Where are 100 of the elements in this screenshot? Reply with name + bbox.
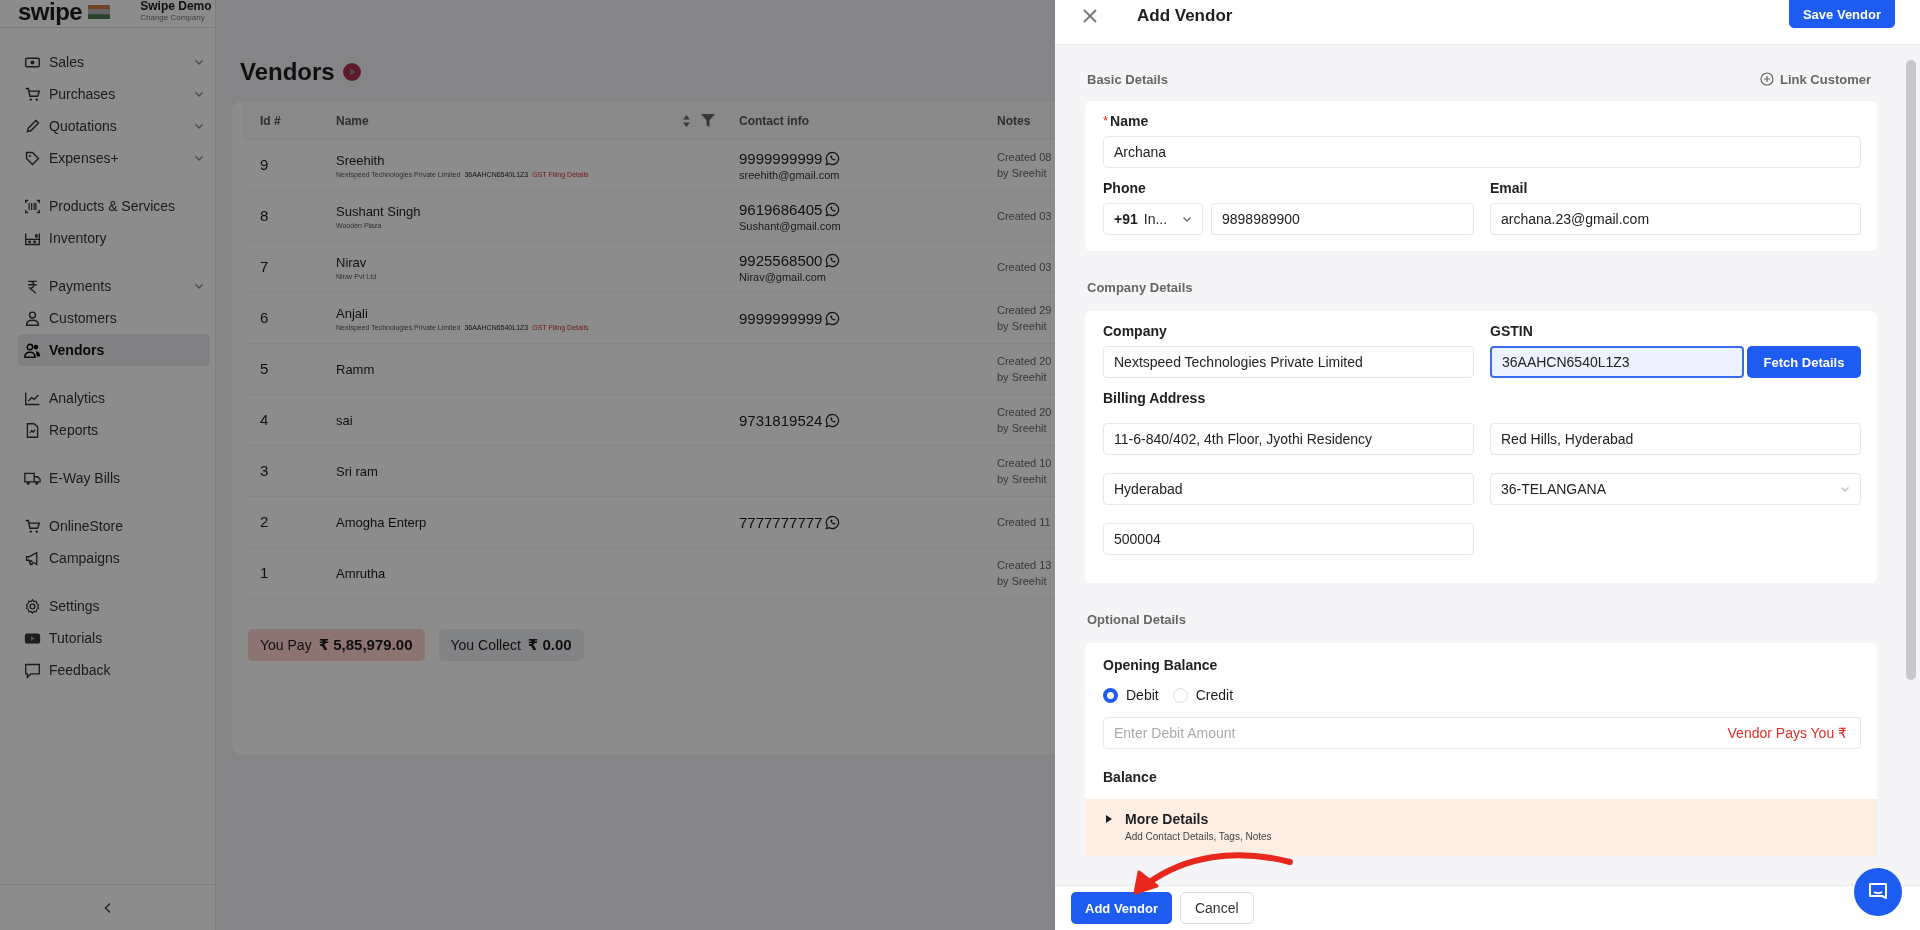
phone-field[interactable]: 9898989900 — [1211, 203, 1474, 235]
address-field[interactable]: Red Hills, Hyderabad — [1490, 423, 1861, 455]
filter-icon[interactable] — [701, 114, 715, 127]
section-heading: Company Details — [1087, 279, 1193, 295]
add-vendor-button[interactable]: Add Vendor — [1071, 892, 1172, 924]
sidebar-item[interactable]: Analytics — [18, 382, 210, 414]
chevron-down-icon — [194, 57, 204, 67]
change-company-link[interactable]: Change Company — [140, 12, 212, 23]
note-text: Created 11 — [997, 515, 1051, 530]
sidebar-item[interactable]: Tutorials — [18, 622, 210, 654]
sidebar-item[interactable]: Inventory — [18, 222, 210, 254]
name-field[interactable]: Archana — [1103, 136, 1861, 168]
settings-icon — [24, 597, 41, 615]
vendor-name: Anjali — [336, 305, 368, 321]
column-header: Name — [336, 113, 369, 128]
sidebar-item[interactable]: Campaigns — [18, 542, 210, 574]
save-vendor-button[interactable]: Save Vendor — [1788, 0, 1895, 28]
sort-icon[interactable] — [682, 113, 691, 128]
caret-right-icon — [1105, 815, 1113, 823]
column-header: Contact info — [739, 113, 809, 128]
video-play-icon[interactable] — [342, 63, 361, 81]
table-cell: 6 — [260, 309, 269, 326]
person-icon — [24, 309, 41, 327]
vendor-pays-hint: Vendor Pays You ₹ — [1727, 725, 1847, 741]
required-mark: * — [1103, 113, 1109, 129]
gstin-field[interactable]: 36AAHCN6540L1Z3 — [1490, 346, 1744, 378]
chevron-down-icon — [194, 121, 204, 131]
column-header: Id # — [260, 113, 281, 128]
email-field[interactable]: archana.23@gmail.com — [1490, 203, 1861, 235]
table-cell: 5 — [260, 360, 269, 377]
address-field[interactable]: Hyderabad — [1103, 473, 1474, 505]
cart-icon — [24, 85, 41, 103]
address-field[interactable]: 500004 — [1103, 523, 1474, 555]
sidebar-item[interactable]: Reports — [18, 414, 210, 446]
sidebar-item[interactable]: Sales — [18, 46, 210, 78]
chevron-down-icon — [194, 281, 204, 291]
sidebar-item[interactable]: Settings — [18, 590, 210, 622]
field-label: Name — [1110, 113, 1149, 129]
close-icon[interactable] — [1083, 9, 1097, 23]
pencil-icon — [24, 117, 41, 135]
sidebar-item[interactable]: Vendors — [18, 334, 210, 366]
scrollbar-thumb[interactable] — [1906, 60, 1916, 680]
chat-launcher-button[interactable] — [1854, 868, 1902, 916]
summary-amount: ₹ 5,85,979.00 — [318, 636, 413, 654]
radio-label[interactable]: Debit — [1126, 687, 1159, 703]
vendor-name: Sreehith — [336, 152, 385, 168]
section-heading: Basic Details — [1087, 71, 1168, 87]
note-text: Created 20 — [997, 405, 1052, 420]
sidebar-item[interactable]: OnlineStore — [18, 510, 210, 542]
speech-bubble-icon — [24, 661, 41, 679]
sidebar-item[interactable]: Feedback — [18, 654, 210, 686]
note-text: by Sreehit — [997, 574, 1047, 589]
people-icon — [24, 341, 41, 359]
phone-number: 9619686405 — [739, 200, 823, 218]
state-select[interactable]: 36-TELANGANA — [1490, 473, 1861, 505]
note-text: Created 10 — [997, 456, 1052, 471]
vendor-name: Amogha Enterp — [336, 514, 427, 530]
field-label: Balance — [1103, 769, 1158, 785]
cancel-button[interactable]: Cancel — [1179, 892, 1254, 924]
logo-text: swipe — [18, 1, 83, 23]
vendor-name: Sri ram — [336, 463, 378, 479]
vendor-name: Ramm — [336, 361, 375, 377]
email-text: Nirav@gmail.com — [739, 270, 826, 283]
chevron-down-icon — [194, 89, 204, 99]
summary-label: You Collect — [450, 637, 521, 653]
document-icon — [24, 421, 41, 439]
sidebar-item[interactable]: Expenses+ — [18, 142, 210, 174]
scan-frame-icon — [24, 197, 41, 215]
more-details-subtitle: Add Contact Details, Tags, Notes — [1124, 831, 1273, 842]
field-label: Company — [1103, 323, 1168, 339]
sidebar-item[interactable]: Products & Services — [18, 190, 210, 222]
fetch-details-button[interactable]: Fetch Details — [1747, 346, 1861, 378]
sidebar-item[interactable]: Quotations — [18, 110, 210, 142]
field-label: GSTIN — [1490, 323, 1534, 339]
country-code-select[interactable]: +91 In... — [1103, 203, 1203, 235]
note-text: by Sreehit — [997, 319, 1047, 334]
sidebar-item[interactable]: Customers — [18, 302, 210, 334]
more-details-panel[interactable]: More Details Add Contact Details, Tags, Notes — [1085, 799, 1877, 856]
email-text: Sushant@gmail.com — [739, 219, 841, 232]
radio-button[interactable] — [1103, 687, 1118, 703]
phone-number: 9731819524 — [739, 411, 823, 429]
table-cell: 1 — [260, 564, 269, 581]
link-customer-link[interactable]: Link Customer — [1780, 71, 1871, 87]
phone-number: 9999999999 — [739, 149, 823, 167]
note-text: by Sreehit — [997, 370, 1047, 385]
radio-label[interactable]: Credit — [1195, 687, 1234, 703]
sidebar-item[interactable]: Purchases — [18, 78, 210, 110]
company-field[interactable]: Nextspeed Technologies Private Limited — [1103, 346, 1474, 378]
chat-bubble-icon — [825, 150, 841, 166]
sidebar-item[interactable]: E-Way Bills — [18, 462, 210, 494]
drawer-title: Add Vendor — [1137, 6, 1234, 26]
flag-icon — [88, 5, 111, 19]
vendor-name: sai — [336, 412, 353, 428]
more-details-title: More Details — [1125, 811, 1209, 827]
chevron-down-icon — [194, 153, 204, 163]
address-field[interactable]: 11-6-840/402, 4th Floor, Jyothi Residency — [1103, 423, 1474, 455]
chat-bubble-icon — [825, 412, 841, 428]
table-cell: 9 — [260, 156, 269, 173]
sidebar-item[interactable]: Payments — [18, 270, 210, 302]
chat-bubble-icon — [825, 201, 841, 217]
